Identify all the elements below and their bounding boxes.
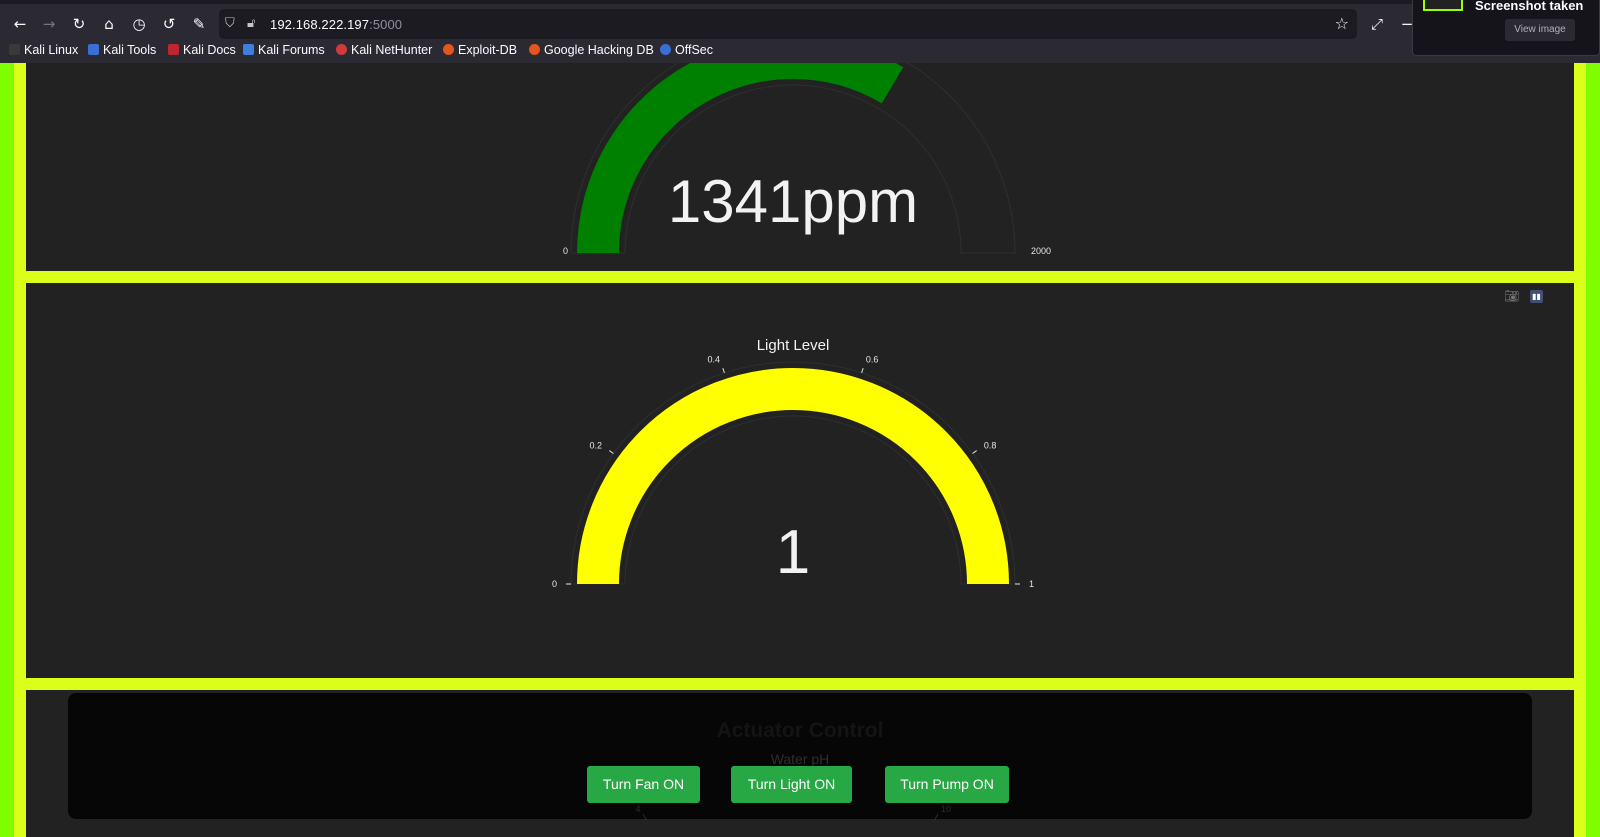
- bookmark-label: Kali Forums: [258, 43, 325, 57]
- bookmark-kali-linux[interactable]: Kali Linux: [9, 43, 78, 57]
- turn-light-on-button[interactable]: Turn Light ON: [731, 766, 852, 803]
- bookmark-label: Kali Docs: [183, 43, 236, 57]
- recent-icon[interactable]: ↺: [157, 12, 181, 36]
- kali-forums-icon: [243, 44, 254, 55]
- bookmark-label: Kali Tools: [103, 43, 157, 57]
- view-image-button[interactable]: View image: [1505, 19, 1575, 41]
- bookmarks-toolbar: Kali Linux Kali Tools Kali Docs Kali For…: [0, 40, 1600, 63]
- gauge-max-label: 2000: [1031, 246, 1051, 256]
- bookmark-kali-docs[interactable]: Kali Docs: [168, 43, 236, 57]
- shield-icon[interactable]: ⛉: [225, 16, 235, 31]
- light-plot-area: 📷︎ ▮▮ Light Level 0 0.2 0.4 0.6 0.8 1 1: [26, 283, 1574, 729]
- gauge-tick-label: 0.8: [984, 440, 997, 450]
- screenshot-toast: Screenshot taken View image: [1412, 0, 1600, 56]
- turn-pump-on-button[interactable]: Turn Pump ON: [885, 766, 1009, 803]
- ph-gauge-title: Water pH: [770, 751, 830, 767]
- gauge-tick-label: 0: [552, 579, 557, 589]
- url-text[interactable]: 192.168.222.197:5000: [270, 17, 402, 32]
- gauge-tick: [722, 367, 725, 374]
- bookmark-label: Exploit-DB: [458, 43, 518, 57]
- bookmark-kali-tools[interactable]: Kali Tools: [88, 43, 156, 57]
- gauge-tick-label: 0.6: [866, 355, 879, 365]
- gauge-tick-label: 0.2: [590, 440, 603, 450]
- light-gauge: Light Level 0 0.2 0.4 0.6 0.8 1 1: [552, 337, 1034, 589]
- actuator-title: Actuator Control: [716, 719, 884, 742]
- history-icon[interactable]: ◷: [127, 12, 151, 36]
- light-panel: 📷︎ ▮▮ Light Level 0 0.2 0.4 0.6 0.8 1 1: [14, 271, 1586, 741]
- bookmark-label: Google Hacking DB: [544, 43, 654, 57]
- light-gauge-title: Light Level: [757, 337, 830, 354]
- co2-value-text: 1341ppm: [668, 168, 918, 235]
- nethunter-icon: [336, 44, 347, 55]
- bookmark-offsec[interactable]: OffSec: [660, 43, 713, 57]
- toast-title: Screenshot taken: [1475, 0, 1584, 13]
- screenshot-thumbnail[interactable]: [1423, 0, 1463, 11]
- offsec-icon: [660, 44, 671, 55]
- gauge-tick: [972, 450, 977, 454]
- bookmark-star-icon[interactable]: ☆: [1335, 14, 1349, 33]
- actuator-control-overlay: Actuator Control Water pH Turn Fan ON Tu…: [68, 693, 1532, 819]
- light-value-text: 1: [776, 518, 810, 587]
- url-bar[interactable]: ⛉ 🔓︎ 192.168.222.197:5000 ☆: [219, 9, 1357, 39]
- bookmark-exploit-db[interactable]: Exploit-DB: [443, 43, 517, 57]
- reload-icon[interactable]: ↻: [67, 12, 91, 36]
- bookmark-kali-nethunter[interactable]: Kali NetHunter: [336, 43, 432, 57]
- bookmark-label: Kali NetHunter: [351, 43, 433, 57]
- gauge-tick-label: 0.4: [708, 355, 721, 365]
- dashboard-page: 1341ppm 0 2000 📷︎ ▮▮ Light Level 0 0.2 0.4…: [0, 63, 1600, 837]
- lock-icon[interactable]: 🔓︎: [247, 16, 255, 31]
- url-port: :5000: [369, 17, 403, 32]
- gauge-tick: [609, 450, 614, 454]
- wrench-icon[interactable]: ✎: [187, 12, 211, 36]
- turn-fan-on-button[interactable]: Turn Fan ON: [587, 766, 700, 803]
- browser-toolbar: ← → ↻ ⌂ ◷ ↺ ✎ ⛉ 🔓︎ 192.168.222.197:5000 …: [0, 0, 1600, 40]
- forward-icon[interactable]: →: [37, 12, 61, 36]
- bookmark-google-hacking-db[interactable]: Google Hacking DB: [529, 43, 654, 57]
- home-icon[interactable]: ⌂: [97, 12, 121, 36]
- fullscreen-icon[interactable]: ⤢: [1365, 12, 1389, 36]
- gauge-min-label: 0: [563, 246, 568, 256]
- exploit-db-icon: [443, 44, 454, 55]
- ghdb-icon: [529, 44, 540, 55]
- bookmark-label: OffSec: [675, 43, 713, 57]
- url-host: 192.168.222.197: [270, 17, 370, 32]
- kali-tools-icon: [88, 44, 99, 55]
- gauge-tick-label: 1: [1029, 579, 1034, 589]
- kali-docs-icon: [168, 44, 179, 55]
- gauge-tick: [861, 367, 864, 374]
- bookmark-kali-forums[interactable]: Kali Forums: [243, 43, 325, 57]
- back-icon[interactable]: ←: [8, 12, 32, 36]
- kali-dragon-icon: [9, 44, 20, 55]
- bookmark-label: Kali Linux: [24, 43, 79, 57]
